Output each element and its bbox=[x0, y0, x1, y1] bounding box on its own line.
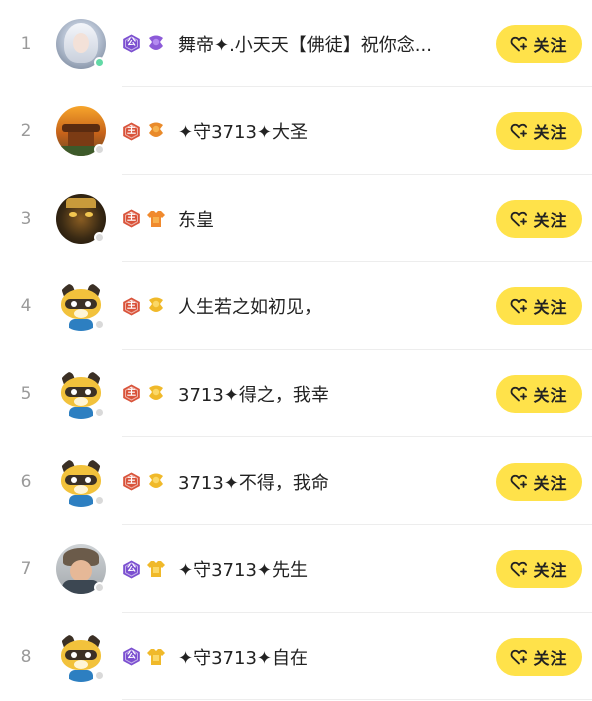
heart-plus-icon bbox=[511, 386, 528, 402]
heart-plus-icon bbox=[511, 299, 528, 314]
list-item[interactable]: 2 主 ✦守3713✦大圣 关注 bbox=[0, 88, 592, 175]
online-status-dot bbox=[94, 231, 105, 243]
role-badge-label: 公 bbox=[126, 38, 136, 48]
heart-plus-icon bbox=[511, 561, 528, 577]
follow-button[interactable]: 关注 bbox=[496, 199, 582, 238]
role-badge-label: 主 bbox=[126, 300, 136, 311]
follow-button-label: 关注 bbox=[533, 123, 568, 143]
avatar[interactable] bbox=[56, 368, 106, 419]
avatar[interactable] bbox=[56, 456, 106, 507]
follow-button[interactable]: 关注 bbox=[496, 550, 582, 589]
user-name[interactable]: 舞帝✦.小天天【佛徒】祝你念... bbox=[178, 31, 432, 57]
list-item[interactable]: 3 主 东皇 关注 bbox=[0, 175, 592, 263]
role-badge-label: 主 bbox=[126, 388, 136, 399]
badge-group: 公 bbox=[122, 647, 166, 667]
rank-number: 8 bbox=[20, 646, 32, 667]
online-status-dot bbox=[94, 669, 105, 681]
online-status-dot bbox=[94, 144, 105, 156]
row-divider bbox=[122, 699, 592, 701]
badge-group: 主 bbox=[122, 472, 166, 492]
rank-number: 6 bbox=[20, 471, 32, 492]
list-item[interactable]: 6 主 3713✦不得，我命 关注 bbox=[0, 438, 592, 525]
fan-level-badge-icon bbox=[141, 34, 166, 54]
role-badge-icon: 主 bbox=[122, 472, 141, 491]
avatar[interactable] bbox=[56, 281, 106, 332]
badge-group: 主 bbox=[122, 296, 166, 316]
avatar[interactable] bbox=[56, 193, 106, 244]
online-status-dot bbox=[94, 319, 105, 331]
follow-button-label: 关注 bbox=[533, 561, 568, 581]
role-badge-icon: 公 bbox=[122, 560, 141, 579]
online-status-dot bbox=[94, 582, 105, 594]
follow-button[interactable]: 关注 bbox=[496, 637, 582, 676]
role-badge-label: 主 bbox=[126, 213, 136, 224]
user-name[interactable]: 3713✦不得，我命 bbox=[178, 469, 329, 495]
role-badge-label: 公 bbox=[126, 563, 136, 574]
list-item[interactable]: 8 公 ✦守3713✦自在 关注 bbox=[0, 613, 592, 701]
fan-level-badge-icon bbox=[141, 296, 166, 316]
list-item[interactable]: 7 公 ✦守3713✦先生 关注 bbox=[0, 526, 592, 613]
follow-button[interactable]: 关注 bbox=[496, 287, 582, 326]
fan-level-badge-icon bbox=[141, 209, 166, 229]
fan-level-badge-icon bbox=[141, 121, 166, 141]
rank-number: 1 bbox=[20, 33, 32, 54]
role-badge-label: 公 bbox=[126, 651, 136, 662]
follow-button[interactable]: 关注 bbox=[496, 462, 582, 501]
role-badge-icon: 主 bbox=[122, 122, 141, 141]
role-badge-icon: 公 bbox=[122, 647, 141, 666]
role-badge-icon: 主 bbox=[122, 384, 141, 403]
user-name[interactable]: ✦守3713✦先生 bbox=[178, 556, 308, 582]
role-badge-icon: 主 bbox=[122, 209, 141, 228]
follow-button-label: 关注 bbox=[533, 473, 568, 493]
role-badge-icon: 主 bbox=[122, 297, 141, 316]
follow-button[interactable]: 关注 bbox=[496, 24, 582, 63]
follow-button-label: 关注 bbox=[533, 298, 568, 318]
user-name[interactable]: ✦守3713✦大圣 bbox=[178, 118, 308, 144]
fan-level-badge-icon bbox=[141, 647, 166, 667]
heart-plus-icon bbox=[511, 123, 528, 139]
role-badge-label: 主 bbox=[126, 476, 136, 486]
online-status-dot bbox=[94, 56, 105, 68]
online-status-dot bbox=[94, 406, 105, 418]
heart-plus-icon bbox=[511, 474, 528, 489]
user-name[interactable]: 3713✦得之，我幸 bbox=[178, 381, 329, 407]
avatar[interactable] bbox=[56, 18, 106, 69]
user-name[interactable]: ✦守3713✦自在 bbox=[178, 644, 308, 670]
user-name[interactable]: 人生若之如初见， bbox=[178, 293, 322, 319]
follow-button-label: 关注 bbox=[533, 385, 568, 405]
heart-plus-icon bbox=[511, 211, 528, 227]
rank-number: 5 bbox=[20, 383, 32, 404]
badge-group: 主 bbox=[122, 121, 166, 141]
list-item[interactable]: 5 主 3713✦得之，我幸 关注 bbox=[0, 350, 592, 438]
heart-plus-icon bbox=[511, 649, 528, 665]
role-badge-icon: 公 bbox=[122, 34, 141, 53]
rank-number: 4 bbox=[20, 296, 32, 317]
rank-number: 2 bbox=[20, 121, 32, 142]
list-item[interactable]: 1 公 舞帝✦.小天天【佛徒】祝你念... 关注 bbox=[0, 0, 592, 87]
badge-group: 主 bbox=[122, 384, 166, 404]
follow-button-label: 关注 bbox=[533, 648, 568, 668]
follow-button-label: 关注 bbox=[533, 35, 568, 55]
role-badge-label: 主 bbox=[126, 125, 136, 136]
fan-level-badge-icon bbox=[141, 472, 166, 492]
user-ranking-list: 1 公舞帝✦.小天天【佛徒】祝你念... 关注 2 主 ✦守3713✦大圣 关注 3 主东皇 关注… bbox=[0, 0, 592, 701]
avatar[interactable] bbox=[56, 631, 106, 682]
fan-level-badge-icon bbox=[141, 559, 166, 579]
rank-number: 7 bbox=[20, 559, 32, 580]
follow-button[interactable]: 关注 bbox=[496, 112, 582, 151]
avatar[interactable] bbox=[56, 106, 106, 157]
follow-button-label: 关注 bbox=[533, 210, 568, 230]
avatar[interactable] bbox=[56, 544, 106, 595]
badge-group: 主 bbox=[122, 209, 166, 229]
heart-plus-icon bbox=[511, 36, 528, 51]
rank-number: 3 bbox=[20, 208, 32, 229]
online-status-dot bbox=[94, 494, 105, 506]
badge-group: 公 bbox=[122, 34, 166, 54]
badge-group: 公 bbox=[122, 559, 166, 579]
follow-button[interactable]: 关注 bbox=[496, 374, 582, 413]
user-name[interactable]: 东皇 bbox=[178, 206, 214, 232]
fan-level-badge-icon bbox=[141, 384, 166, 404]
list-item[interactable]: 4 主 人生若之如初见， 关注 bbox=[0, 263, 592, 350]
